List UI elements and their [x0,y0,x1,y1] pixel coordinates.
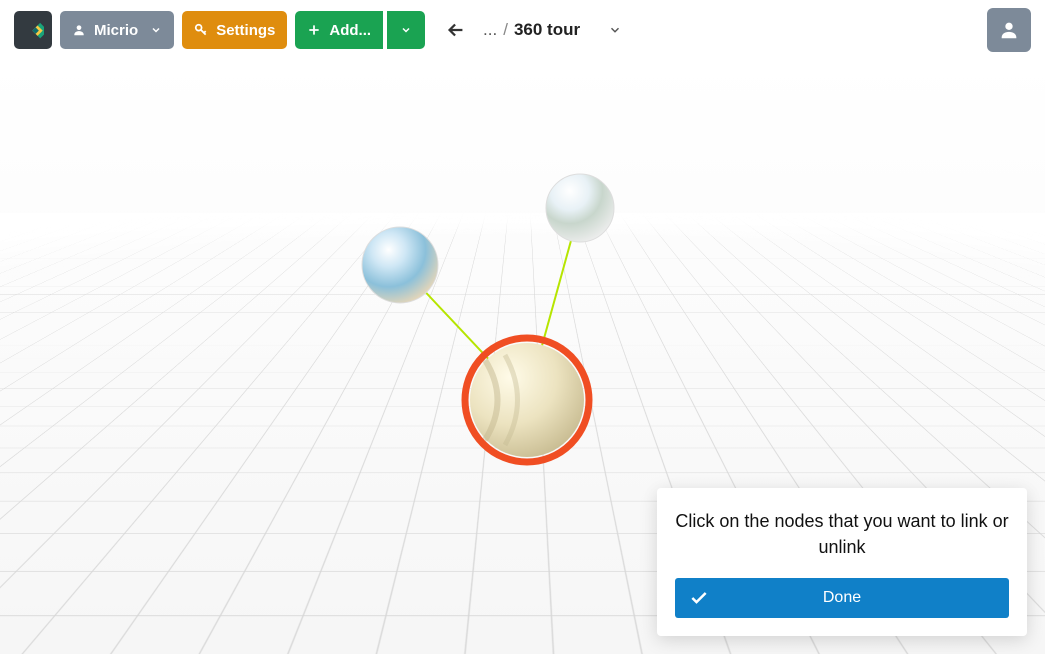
breadcrumb-separator: / [503,20,508,40]
tour-node[interactable] [362,227,438,303]
arrow-left-icon [445,19,467,41]
topbar: Micrio Settings Add... ... / 360 tour [0,0,1045,60]
add-button[interactable]: Add... [295,11,383,49]
breadcrumb-ellipsis[interactable]: ... [483,20,497,40]
settings-label: Settings [216,22,275,39]
done-button[interactable]: Done [675,578,1009,618]
back-button[interactable] [439,13,473,47]
add-dropdown-button[interactable] [387,11,425,49]
breadcrumb-current[interactable]: 360 tour [514,20,580,40]
key-icon [194,23,208,37]
account-button[interactable] [987,8,1031,52]
plus-icon [307,23,321,37]
chevron-down-icon [608,23,622,37]
check-icon [675,588,723,608]
chevron-down-icon [400,24,412,36]
micrio-menu-button[interactable]: Micrio [60,11,174,49]
breadcrumb-dropdown[interactable] [602,17,628,43]
tour-node-selected[interactable] [465,338,589,462]
link-nodes-popup: Click on the nodes that you want to link… [657,488,1027,636]
add-label: Add... [329,22,371,39]
logo-icon [22,19,44,41]
user-icon [72,23,86,37]
settings-button[interactable]: Settings [182,11,287,49]
app-logo-button[interactable] [14,11,52,49]
user-icon [998,19,1020,41]
chevron-down-icon [150,24,162,36]
breadcrumb: ... / 360 tour [483,20,580,40]
popup-message: Click on the nodes that you want to link… [675,508,1009,560]
tour-node[interactable] [546,174,614,242]
micrio-label: Micrio [94,22,138,39]
done-label: Done [723,589,1009,607]
